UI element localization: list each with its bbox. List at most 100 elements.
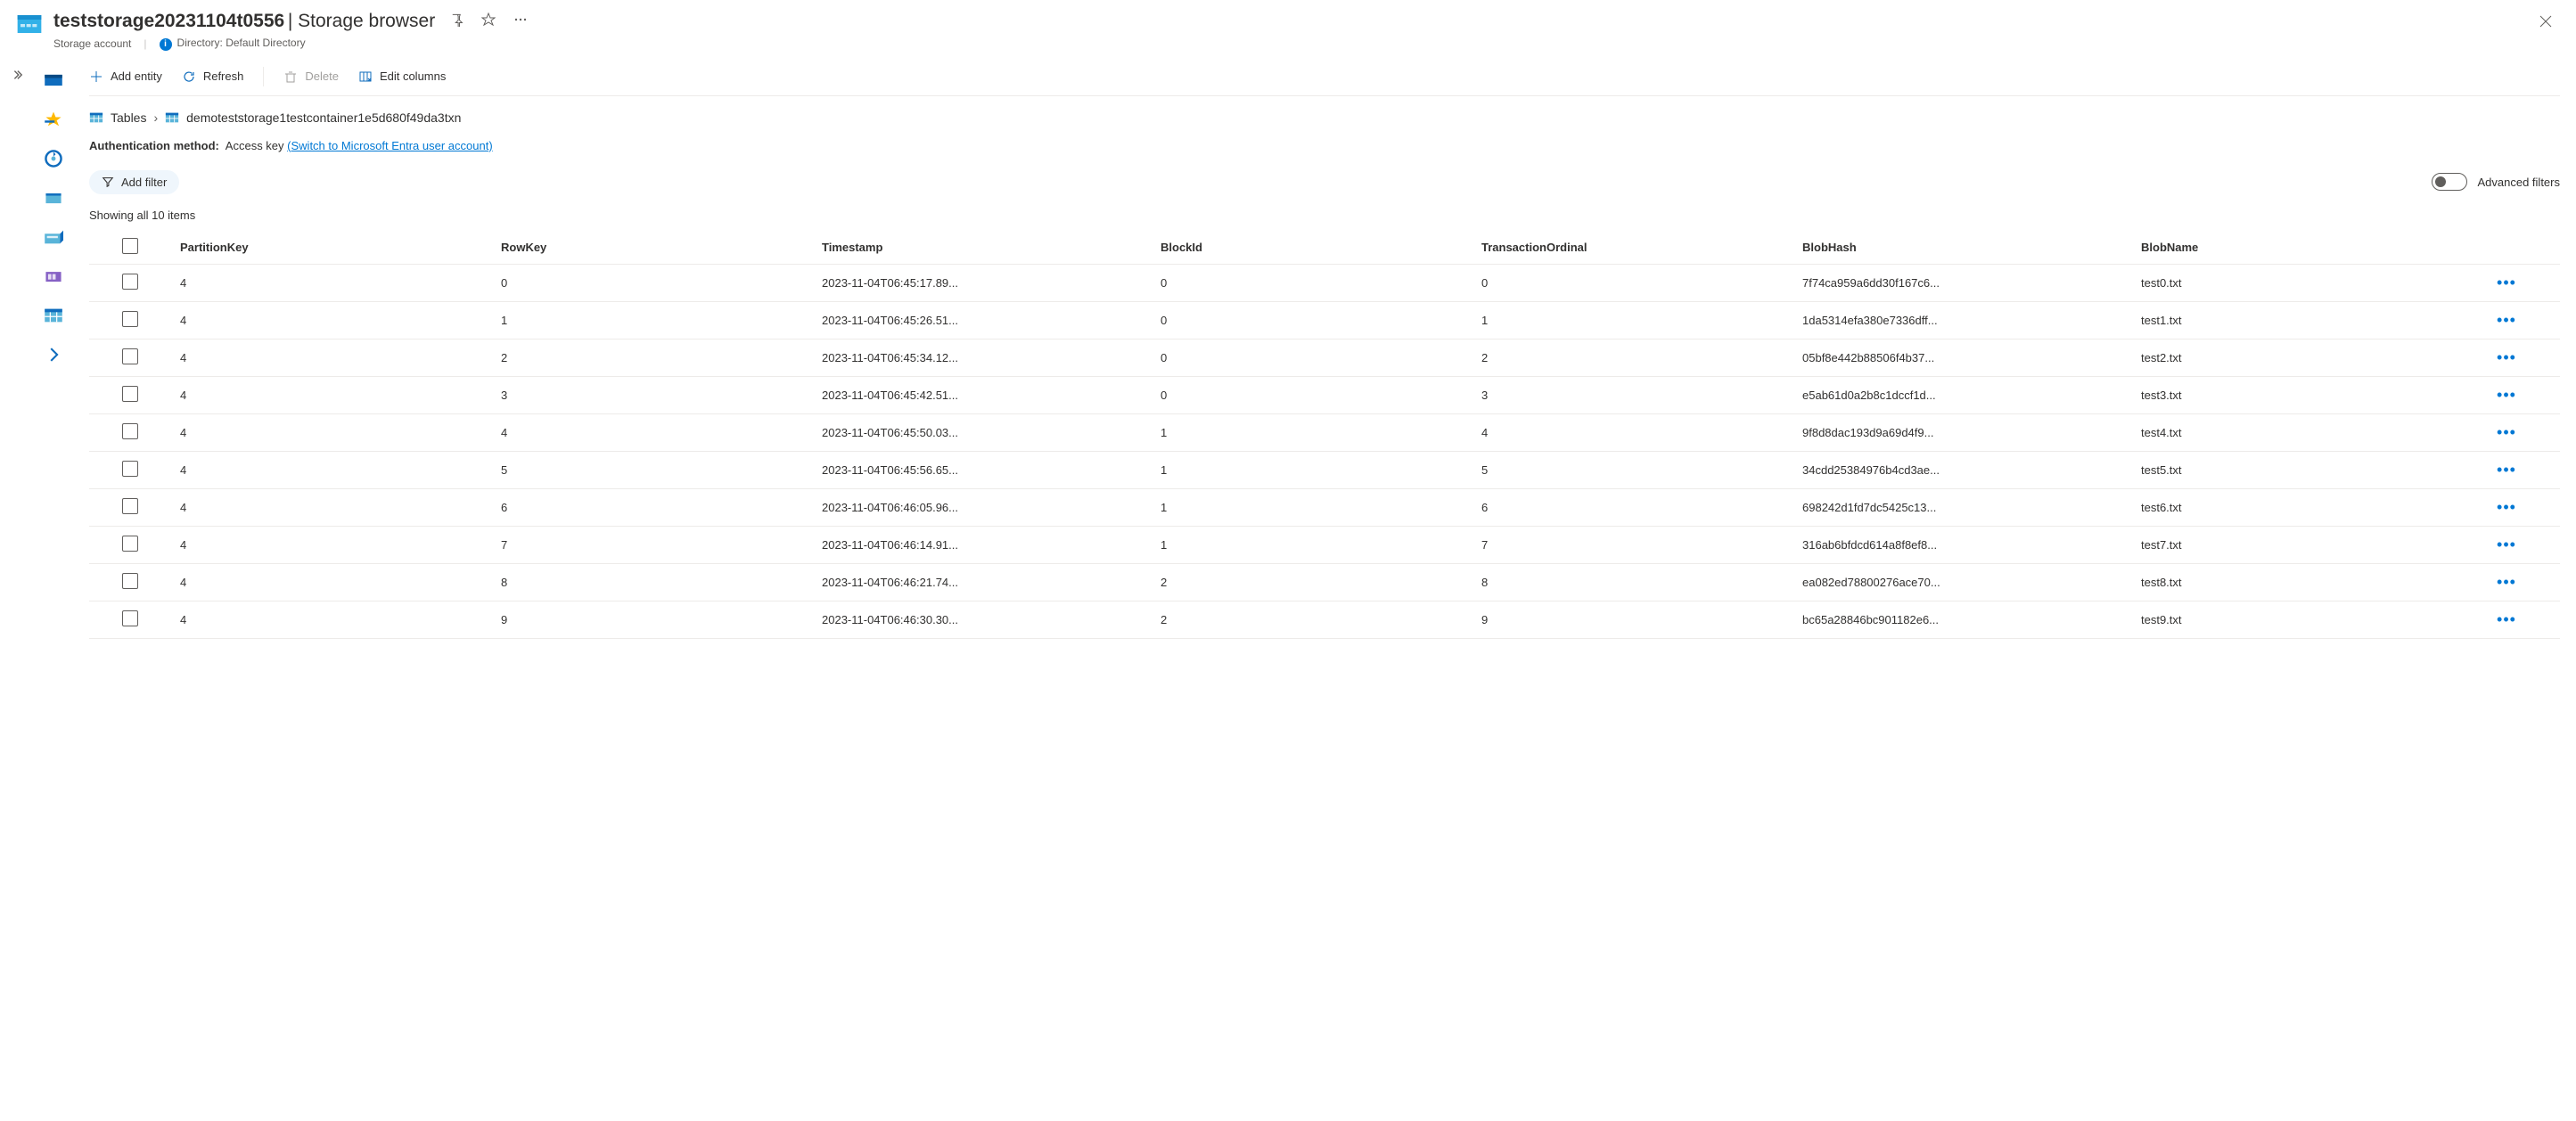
table-row[interactable]: 402023-11-04T06:45:17.89...007f74ca959a6…: [89, 264, 2560, 301]
cell-transactionordinal: 7: [1473, 526, 1793, 563]
rail-fileshares-icon[interactable]: [44, 227, 63, 247]
rail-queues-icon[interactable]: [44, 266, 63, 286]
row-checkbox[interactable]: [122, 610, 138, 626]
cell-blobname: test2.txt: [2132, 339, 2453, 376]
row-context-menu[interactable]: •••: [2497, 423, 2516, 441]
section-title: Storage browser: [298, 11, 435, 31]
column-header-rowkey[interactable]: RowKey: [492, 231, 813, 265]
cell-blobhash: 1da5314efa380e7336dff...: [1793, 301, 2132, 339]
edit-columns-button[interactable]: Edit columns: [358, 68, 446, 86]
row-context-menu[interactable]: •••: [2497, 274, 2516, 291]
cell-blobhash: ea082ed78800276ace70...: [1793, 563, 2132, 601]
rail-recent-icon[interactable]: [44, 149, 63, 168]
cell-partitionkey: 4: [171, 413, 492, 451]
table-row[interactable]: 442023-11-04T06:45:50.03...149f8d8dac193…: [89, 413, 2560, 451]
cell-blockid: 2: [1152, 601, 1473, 638]
cell-partitionkey: 4: [171, 563, 492, 601]
table-row[interactable]: 482023-11-04T06:46:21.74...28ea082ed7880…: [89, 563, 2560, 601]
cell-timestamp: 2023-11-04T06:46:14.91...: [813, 526, 1152, 563]
cell-timestamp: 2023-11-04T06:45:42.51...: [813, 376, 1152, 413]
column-header-blockid[interactable]: BlockId: [1152, 231, 1473, 265]
cell-rowkey: 2: [492, 339, 813, 376]
breadcrumb-tables[interactable]: Tables: [111, 110, 146, 125]
row-context-menu[interactable]: •••: [2497, 386, 2516, 404]
row-context-menu[interactable]: •••: [2497, 573, 2516, 591]
row-context-menu[interactable]: •••: [2497, 498, 2516, 516]
row-context-menu[interactable]: •••: [2497, 348, 2516, 366]
cell-blobhash: 698242d1fd7dc5425c13...: [1793, 488, 2132, 526]
add-entity-button[interactable]: Add entity: [89, 68, 162, 86]
row-checkbox[interactable]: [122, 423, 138, 439]
cell-blobhash: 9f8d8dac193d9a69d4f9...: [1793, 413, 2132, 451]
row-context-menu[interactable]: •••: [2497, 536, 2516, 553]
directory-label: Directory: Default Directory: [177, 37, 306, 49]
table-row[interactable]: 462023-11-04T06:46:05.96...16698242d1fd7…: [89, 488, 2560, 526]
advanced-filters-label: Advanced filters: [2478, 176, 2561, 189]
cell-partitionkey: 4: [171, 339, 492, 376]
rail-favorites-icon[interactable]: [44, 110, 63, 129]
cell-partitionkey: 4: [171, 451, 492, 488]
expand-rail-button[interactable]: [0, 58, 34, 1121]
cell-blobhash: 05bf8e442b88506f4b37...: [1793, 339, 2132, 376]
row-checkbox[interactable]: [122, 274, 138, 290]
column-header-blobhash[interactable]: BlobHash: [1793, 231, 2132, 265]
rail-tables-icon[interactable]: [44, 306, 63, 325]
cell-blobname: test8.txt: [2132, 563, 2453, 601]
rail-overview-icon[interactable]: [44, 70, 63, 90]
nav-rail: [34, 58, 73, 1121]
table-row[interactable]: 492023-11-04T06:46:30.30...29bc65a28846b…: [89, 601, 2560, 638]
select-all-checkbox[interactable]: [122, 238, 138, 254]
row-context-menu[interactable]: •••: [2497, 461, 2516, 479]
rail-expand-chevron[interactable]: [44, 345, 63, 364]
cell-blobname: test0.txt: [2132, 264, 2453, 301]
row-context-menu[interactable]: •••: [2497, 610, 2516, 628]
cell-blobname: test3.txt: [2132, 376, 2453, 413]
auth-method-row: Authentication method: Access key (Switc…: [89, 130, 2560, 161]
info-icon: i: [160, 38, 172, 51]
favorite-icon[interactable]: [478, 9, 499, 33]
refresh-button[interactable]: Refresh: [182, 68, 244, 86]
cell-blockid: 1: [1152, 488, 1473, 526]
table-row[interactable]: 412023-11-04T06:45:26.51...011da5314efa3…: [89, 301, 2560, 339]
cell-timestamp: 2023-11-04T06:45:50.03...: [813, 413, 1152, 451]
switch-auth-link[interactable]: (Switch to Microsoft Entra user account): [287, 139, 492, 152]
table-row[interactable]: 452023-11-04T06:45:56.65...1534cdd253849…: [89, 451, 2560, 488]
table-row[interactable]: 422023-11-04T06:45:34.12...0205bf8e442b8…: [89, 339, 2560, 376]
resource-type-label: Storage account: [53, 37, 131, 50]
column-header-partitionkey[interactable]: PartitionKey: [171, 231, 492, 265]
cell-blobname: test6.txt: [2132, 488, 2453, 526]
cell-partitionkey: 4: [171, 376, 492, 413]
cell-partitionkey: 4: [171, 264, 492, 301]
close-button[interactable]: [2533, 9, 2558, 37]
cell-blobhash: 34cdd25384976b4cd3ae...: [1793, 451, 2132, 488]
table-icon: [165, 110, 179, 125]
cell-blobname: test4.txt: [2132, 413, 2453, 451]
pin-icon[interactable]: [446, 9, 467, 33]
delete-button: Delete: [283, 68, 339, 86]
row-checkbox[interactable]: [122, 461, 138, 477]
row-checkbox[interactable]: [122, 536, 138, 552]
cell-timestamp: 2023-11-04T06:45:17.89...: [813, 264, 1152, 301]
cell-timestamp: 2023-11-04T06:45:34.12...: [813, 339, 1152, 376]
advanced-filters-toggle[interactable]: [2432, 173, 2467, 191]
command-bar: Add entity Refresh Delete Edit columns: [89, 58, 2560, 96]
rail-containers-icon[interactable]: [44, 188, 63, 208]
row-checkbox[interactable]: [122, 386, 138, 402]
add-filter-button[interactable]: Add filter: [89, 170, 179, 194]
row-checkbox[interactable]: [122, 311, 138, 327]
more-icon[interactable]: [510, 9, 531, 33]
row-checkbox[interactable]: [122, 573, 138, 589]
table-row[interactable]: 472023-11-04T06:46:14.91...17316ab6bfdcd…: [89, 526, 2560, 563]
auth-method-label: Authentication method:: [89, 139, 219, 152]
cell-blockid: 0: [1152, 301, 1473, 339]
cell-timestamp: 2023-11-04T06:45:56.65...: [813, 451, 1152, 488]
column-header-blobname[interactable]: BlobName: [2132, 231, 2453, 265]
column-header-timestamp[interactable]: Timestamp: [813, 231, 1152, 265]
column-header-transactionordinal[interactable]: TransactionOrdinal: [1473, 231, 1793, 265]
row-checkbox[interactable]: [122, 498, 138, 514]
table-row[interactable]: 432023-11-04T06:45:42.51...03e5ab61d0a2b…: [89, 376, 2560, 413]
cell-transactionordinal: 2: [1473, 339, 1793, 376]
row-checkbox[interactable]: [122, 348, 138, 364]
row-context-menu[interactable]: •••: [2497, 311, 2516, 329]
cell-blockid: 0: [1152, 264, 1473, 301]
